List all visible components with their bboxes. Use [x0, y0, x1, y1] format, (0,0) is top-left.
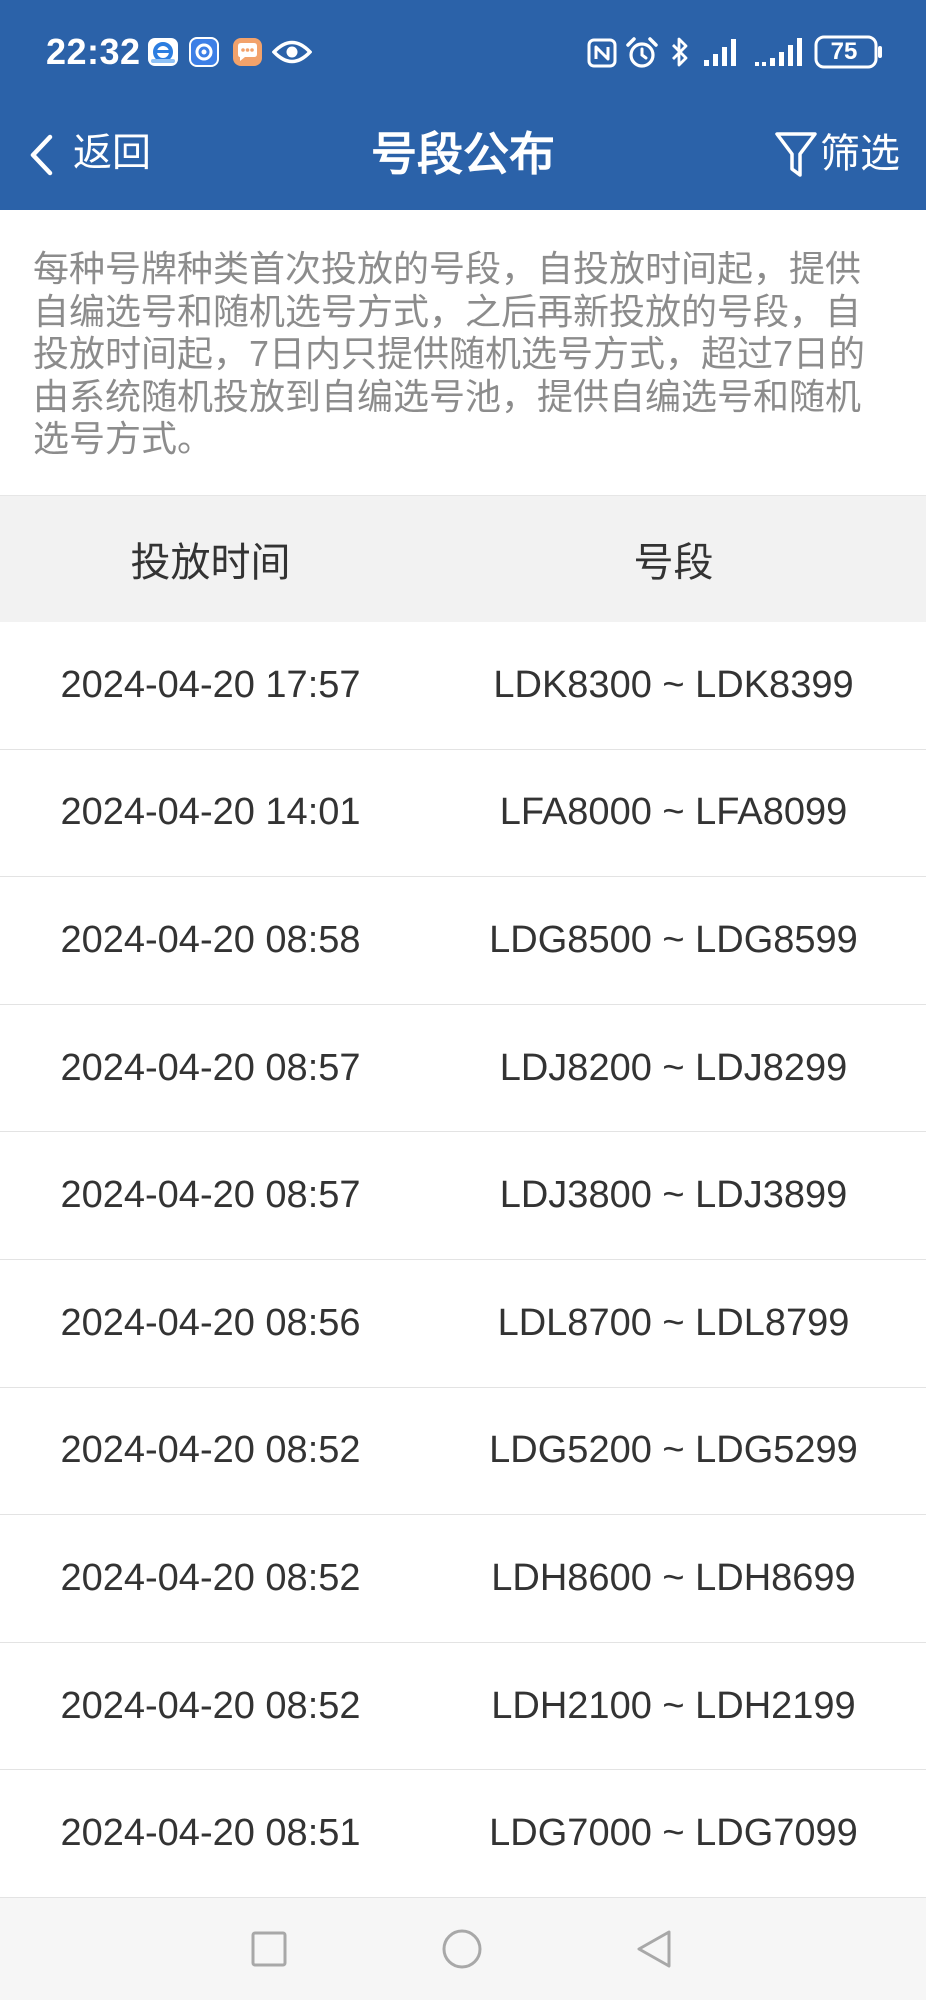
row-release-time: 2024-04-20 08:52: [60, 1556, 361, 1599]
battery-level: 75: [830, 38, 858, 65]
table-row: 2024-04-20 08:58 LDG8500 ~ LDG8599: [0, 877, 926, 1005]
table-body: 2024-04-20 17:57 LDK8300 ~ LDK8399 2024-…: [0, 622, 926, 1898]
row-release-time: 2024-04-20 08:52: [60, 1429, 361, 1472]
row-number-range: LDK8300 ~ LDK8399: [493, 663, 854, 706]
row-number-range: LDG5200 ~ LDG5299: [489, 1429, 858, 1472]
row-number-range: LDG8500 ~ LDG8599: [489, 918, 858, 961]
eye-icon: [272, 40, 312, 64]
row-number-range: LDH2100 ~ LDH2199: [491, 1684, 856, 1727]
row-number-range: LDH8600 ~ LDH8699: [491, 1556, 856, 1599]
notice-section: 每种号牌种类首次投放的号段，自投放时间起，提供自编选号和随机选号方式，之后再新投…: [0, 210, 926, 495]
chevron-left-icon: [30, 134, 53, 176]
row-release-time: 2024-04-20 17:57: [60, 663, 361, 706]
signal-strength-icon: [704, 39, 736, 66]
row-number-range: LDJ8200 ~ LDJ8299: [499, 1046, 848, 1089]
table-row: 2024-04-20 17:57 LDK8300 ~ LDK8399: [0, 622, 926, 750]
table-row: 2024-04-20 08:57 LDJ3800 ~ LDJ3899: [0, 1132, 926, 1260]
app-badge-icon: [189, 37, 219, 67]
filter-label: 筛选: [820, 132, 900, 176]
table-row: 2024-04-20 08:52 LDG5200 ~ LDG5299: [0, 1387, 926, 1516]
bluetooth-icon: [672, 37, 688, 67]
status-time: 22:32: [46, 31, 141, 72]
row-release-time: 2024-04-20 08:51: [60, 1812, 361, 1855]
column-header-number-range: 号段: [633, 541, 714, 585]
system-navigation-bar: [0, 1898, 926, 2000]
table-row: 2024-04-20 08:56 LDL8700 ~ LDL8799: [0, 1259, 926, 1388]
row-release-time: 2024-04-20 08:57: [60, 1174, 361, 1217]
back-triangle-icon[interactable]: [634, 1928, 674, 1970]
row-release-time: 2024-04-20 08:52: [60, 1684, 361, 1727]
table-row: 2024-04-20 08:57 LDJ8200 ~ LDJ8299: [0, 1004, 926, 1133]
row-release-time: 2024-04-20 08:58: [60, 918, 361, 961]
signal-strength-icon: [755, 38, 802, 66]
table-header: 投放时间 号段: [0, 495, 926, 622]
funnel-icon: [775, 132, 817, 177]
table-row: 2024-04-20 08:52 LDH2100 ~ LDH2199: [0, 1642, 926, 1771]
row-release-time: 2024-04-20 08:56: [60, 1301, 361, 1344]
table-row: 2024-04-20 14:01 LFA8000 ~ LFA8099: [0, 749, 926, 878]
row-number-range: LDG7000 ~ LDG7099: [489, 1812, 858, 1855]
back-button[interactable]: 返回: [22, 122, 162, 186]
page-title: 号段公布: [371, 128, 555, 180]
row-number-range: LFA8000 ~ LFA8099: [499, 791, 848, 834]
table-row: 2024-04-20 08:52 LDH8600 ~ LDH8699: [0, 1515, 926, 1643]
notice-text: 每种号牌种类首次投放的号段，自投放时间起，提供自编选号和随机选号方式，之后再新投…: [33, 248, 866, 459]
nfc-icon: [587, 38, 617, 68]
alarm-clock-icon: [626, 37, 658, 68]
home-circle-icon[interactable]: [441, 1928, 483, 1970]
back-label: 返回: [73, 132, 152, 175]
table-row: 2024-04-20 08:51 LDG7000 ~ LDG7099: [0, 1770, 926, 1898]
row-release-time: 2024-04-20 08:57: [60, 1046, 361, 1089]
recent-apps-square-icon[interactable]: [250, 1930, 288, 1968]
row-number-range: LDJ3800 ~ LDJ3899: [499, 1174, 848, 1217]
column-header-release-time: 投放时间: [130, 541, 291, 585]
message-bubble-icon: [233, 38, 262, 66]
top-app-bar: 22:32 75 返回 号段公布 筛选: [0, 0, 926, 210]
filter-button[interactable]: 筛选: [770, 122, 910, 186]
row-release-time: 2024-04-20 14:01: [60, 791, 361, 834]
row-number-range: LDL8700 ~ LDL8799: [497, 1301, 850, 1344]
app-notification-icon: [148, 38, 178, 66]
